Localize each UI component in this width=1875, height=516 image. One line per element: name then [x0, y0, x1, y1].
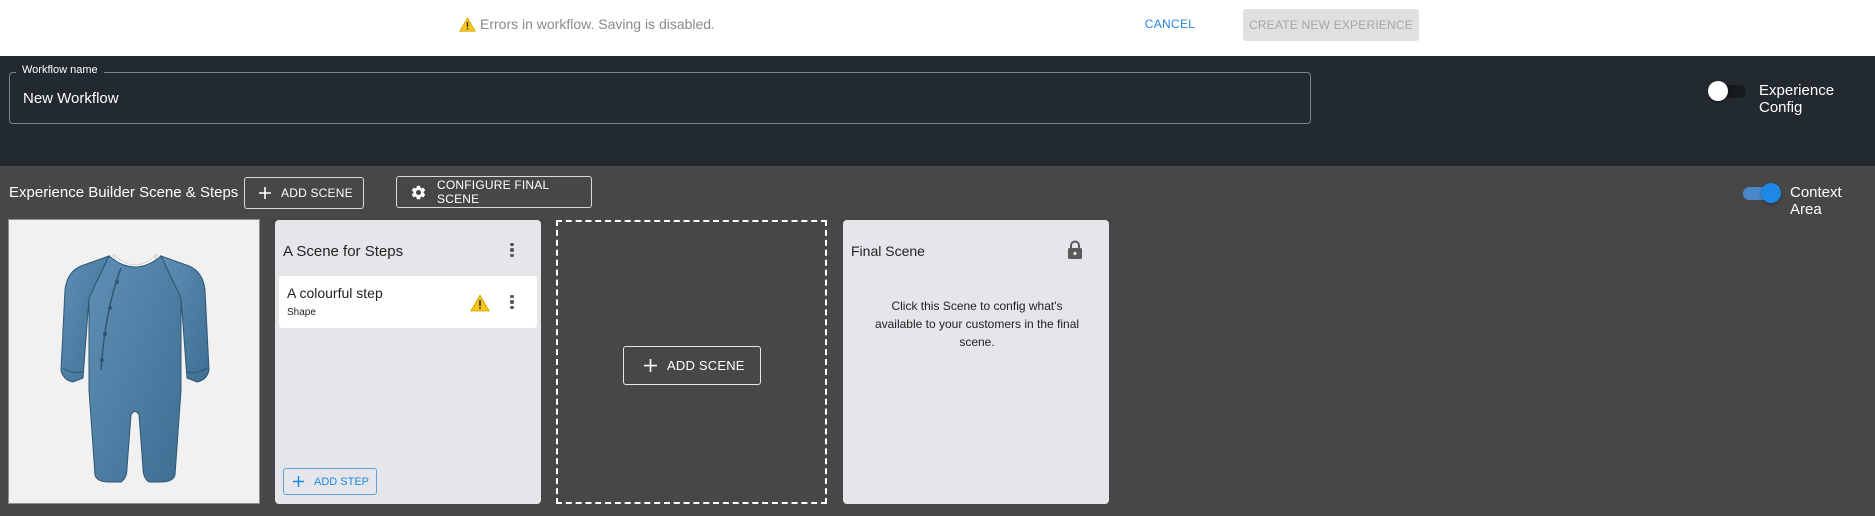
workflow-name-field[interactable] [9, 72, 1311, 124]
gear-icon [410, 184, 427, 201]
scene-card[interactable]: A Scene for Steps A colourful step Shape… [275, 220, 541, 504]
add-scene-label: ADD SCENE [281, 186, 353, 200]
warning-icon [459, 16, 476, 32]
add-scene-button[interactable]: ADD SCENE [244, 177, 364, 209]
cancel-button[interactable]: CANCEL [1135, 10, 1205, 38]
final-scene-description: Click this Scene to config what's availa… [874, 299, 1080, 349]
top-action-bar: Errors in workflow. Saving is disabled. … [0, 0, 1875, 56]
workflow-name-input[interactable]: New Workflow [23, 90, 119, 107]
workflow-name-label: Workflow name [16, 64, 104, 76]
configure-final-scene-button[interactable]: CONFIGURE FINAL SCENE [396, 176, 592, 208]
experience-config-toggle[interactable] [1708, 81, 1748, 101]
workflow-error-message: Errors in workflow. Saving is disabled. [459, 15, 715, 33]
step-card[interactable]: A colourful step Shape [279, 276, 537, 328]
scene-title: A Scene for Steps [283, 243, 404, 260]
context-area-label: Context Area [1790, 184, 1842, 218]
error-text: Errors in workflow. Saving is disabled. [480, 16, 715, 32]
product-preview [8, 219, 260, 504]
final-scene-title: Final Scene [851, 243, 925, 259]
lock-icon [1068, 240, 1082, 259]
configure-final-label: CONFIGURE FINAL SCENE [437, 178, 549, 206]
step-title: A colourful step [287, 285, 383, 301]
experience-config-label: Experience Config [1759, 82, 1835, 116]
final-scene-card[interactable]: Final Scene Click this Scene to config w… [843, 220, 1109, 504]
scene-more-options-icon[interactable] [502, 240, 522, 260]
toggle-thumb [1708, 81, 1728, 101]
plus-icon [259, 187, 271, 199]
builder-title: Experience Builder Scene & Steps [9, 184, 239, 201]
plus-icon [644, 359, 657, 372]
create-new-experience-button[interactable]: CREATE NEW EXPERIENCE [1243, 9, 1419, 41]
step-more-options-icon[interactable] [502, 292, 522, 312]
add-scene-placeholder-button[interactable]: ADD SCENE [623, 346, 761, 385]
plus-icon [293, 476, 304, 487]
romper-image [60, 253, 210, 483]
warning-icon [470, 294, 490, 312]
add-step-label: ADD STEP [314, 475, 370, 488]
add-step-button[interactable]: ADD STEP [283, 468, 377, 495]
context-area-toggle[interactable] [1743, 182, 1783, 204]
toggle-thumb [1761, 183, 1781, 203]
add-scene-placeholder-label: ADD SCENE [667, 358, 745, 373]
step-type: Shape [287, 307, 316, 318]
